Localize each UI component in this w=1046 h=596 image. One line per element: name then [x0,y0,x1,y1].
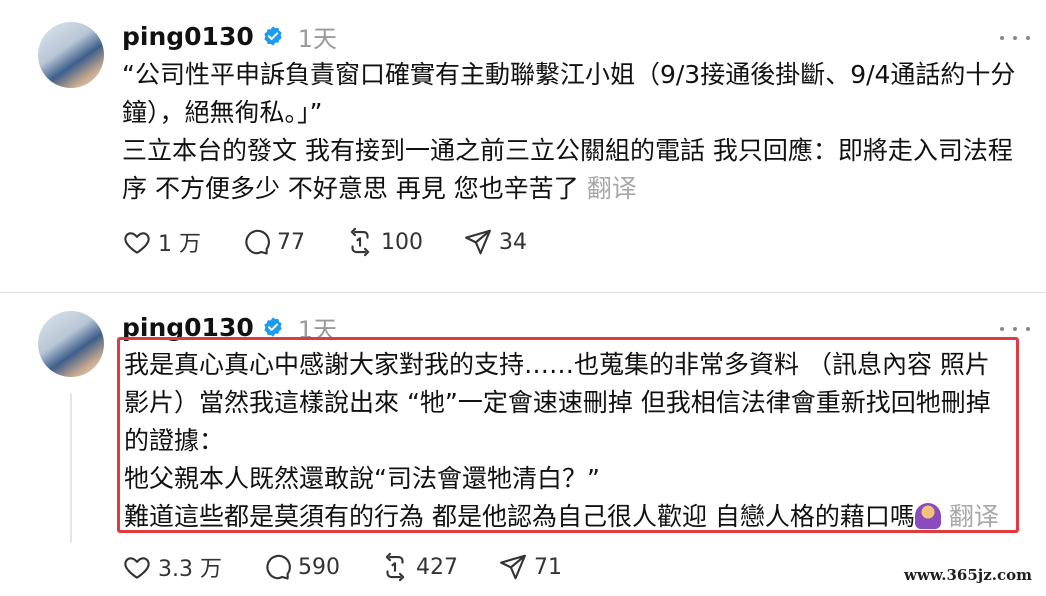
like-button[interactable]: 1 万 [122,226,201,258]
avatar[interactable] [38,22,104,88]
thread-post-1: ping0130 1天 “公司性平申訴負責窗口確實有主動聯繫江小姐（9/3接通後… [0,0,1046,282]
post-text: “公司性平申訴負責窗口確實有主動聯繫江小姐（9/3接通後掛斷、9/4通話約十分鐘… [122,56,1024,208]
comment-count: 77 [277,229,305,255]
verified-badge-icon [264,26,282,46]
post-text-content: “公司性平申訴負責窗口確實有主動聯繫江小姐（9/3接通後掛斷、9/4通話約十分鐘… [122,60,1016,203]
action-bar: 1 万 77 100 34 [122,226,567,258]
more-options-icon[interactable] [1000,28,1030,48]
post-header: ping0130 1天 [122,309,337,345]
share-button[interactable]: 71 [498,552,562,582]
heart-icon [124,232,150,254]
verified-badge-icon [264,317,282,337]
more-options-icon[interactable] [1000,319,1030,339]
share-count: 34 [499,229,527,255]
like-button[interactable]: 3.3 万 [122,551,222,583]
person-shrugging-emoji [914,503,941,529]
username[interactable]: ping0130 [122,22,254,51]
username[interactable]: ping0130 [122,313,254,342]
post-text-content: 我是真心真心中感謝大家對我的支持……也蒐集的非常多資料 （訊息內容 照片 影片）… [124,350,991,531]
post-time: 1天 [297,315,338,344]
share-count: 71 [533,554,562,580]
avatar[interactable] [38,311,104,377]
send-icon [500,554,526,580]
repost-button[interactable]: 427 [380,552,458,582]
repost-count: 100 [381,229,423,255]
repost-icon [350,227,370,257]
share-button[interactable]: 34 [463,227,527,257]
translate-link[interactable]: 翻译 [949,502,999,531]
post-text: 我是真心真心中感謝大家對我的支持……也蒐集的非常多資料 （訊息內容 照片 影片）… [124,346,1012,536]
comment-count: 590 [297,554,340,580]
comment-bubble-icon [245,229,270,255]
repost-count: 427 [415,554,458,580]
comment-button[interactable]: 590 [262,552,340,582]
post-time: 1天 [297,24,338,53]
watermark: www.365jz.com [900,565,1036,585]
thread-connector-line [70,393,72,543]
like-count: 1 万 [158,232,201,257]
thread-post-2: ping0130 1天 我是真心真心中感謝大家對我的支持……也蒐集的非常多資料 … [0,292,1046,596]
comment-bubble-icon [266,554,291,580]
repost-button[interactable]: 100 [345,227,423,257]
translate-link[interactable]: 翻译 [587,174,637,203]
repost-icon [385,552,405,582]
like-count: 3.3 万 [158,557,222,582]
heart-icon [124,557,150,579]
send-icon [465,229,491,255]
comment-button[interactable]: 77 [241,227,305,257]
post-header: ping0130 1天 [122,18,337,54]
action-bar: 3.3 万 590 427 71 [122,551,602,583]
